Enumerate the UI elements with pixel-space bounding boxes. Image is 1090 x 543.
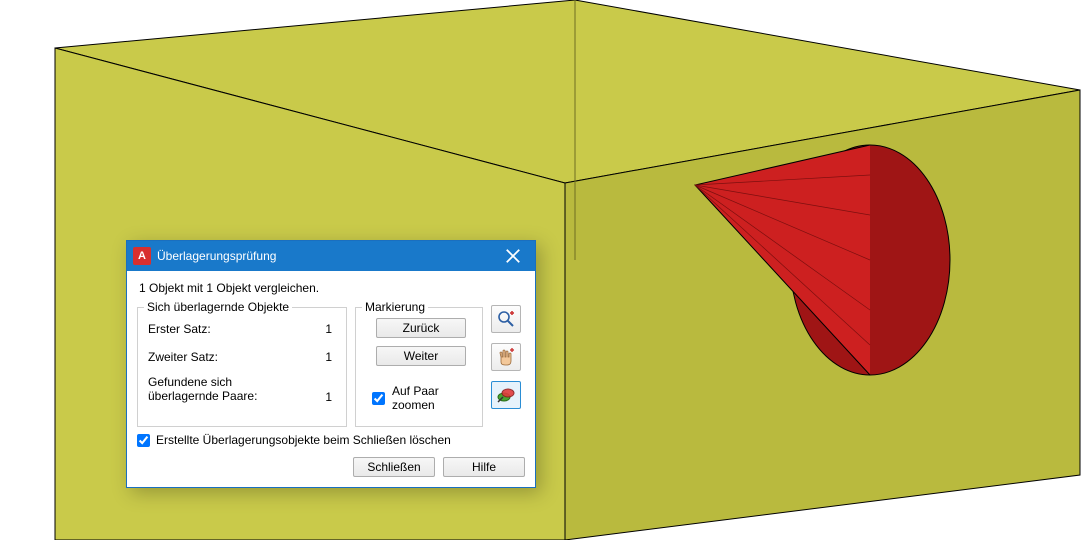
zoom-pair-label: Auf Paar zoomen bbox=[392, 384, 474, 412]
highlight-pair-button[interactable] bbox=[491, 381, 521, 409]
group-overlap-legend: Sich überlagernde Objekte bbox=[144, 300, 292, 314]
interference-highlight-icon bbox=[496, 385, 516, 405]
back-button[interactable]: Zurück bbox=[376, 318, 466, 338]
group-marking: Markierung Zurück Weiter Auf Paar zoomen bbox=[355, 307, 483, 427]
titlebar[interactable]: A Überlagerungsprüfung bbox=[127, 241, 535, 271]
dialog-title: Überlagerungsprüfung bbox=[157, 249, 491, 263]
second-set-value: 1 bbox=[325, 350, 336, 364]
interference-check-dialog: A Überlagerungsprüfung 1 Objekt mit 1 Ob… bbox=[126, 240, 536, 488]
zoom-pair-checkbox[interactable] bbox=[372, 392, 385, 405]
zoom-extents-button[interactable] bbox=[491, 305, 521, 333]
pairs-found-value: 1 bbox=[325, 390, 336, 404]
close-button[interactable]: Schließen bbox=[353, 457, 435, 477]
close-icon[interactable] bbox=[491, 241, 535, 271]
first-set-label: Erster Satz: bbox=[148, 322, 211, 336]
next-button[interactable]: Weiter bbox=[376, 346, 466, 366]
delete-on-close-label: Erstellte Überlagerungsobjekte beim Schl… bbox=[156, 433, 451, 447]
magnifier-plus-icon bbox=[496, 309, 516, 329]
group-mark-legend: Markierung bbox=[362, 300, 428, 314]
first-set-value: 1 bbox=[325, 322, 336, 336]
second-set-label: Zweiter Satz: bbox=[148, 350, 218, 364]
pan-button[interactable] bbox=[491, 343, 521, 371]
group-overlapping-objects: Sich überlagernde Objekte Erster Satz: 1… bbox=[137, 307, 347, 427]
pairs-found-label: Gefundene sich überlagernde Paare: bbox=[148, 376, 257, 404]
delete-on-close-checkbox[interactable] bbox=[137, 434, 150, 447]
status-text: 1 Objekt mit 1 Objekt vergleichen. bbox=[139, 281, 525, 295]
hand-icon bbox=[496, 347, 516, 367]
help-button[interactable]: Hilfe bbox=[443, 457, 525, 477]
app-icon: A bbox=[133, 247, 151, 265]
